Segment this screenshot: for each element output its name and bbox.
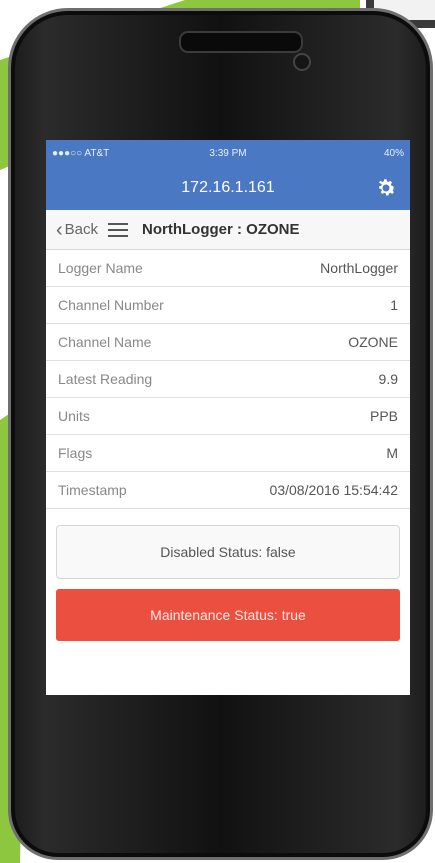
row-label: Channel Name <box>58 334 152 350</box>
maintenance-status-banner[interactable]: Maintenance Status: true <box>56 589 400 641</box>
row-label: Latest Reading <box>58 371 153 387</box>
back-label: Back <box>64 221 99 238</box>
row-label: Flags <box>58 445 93 461</box>
list-item: Units PPB <box>46 398 410 435</box>
row-value: 1 <box>390 297 398 313</box>
phone-speaker <box>179 31 303 53</box>
battery-label: 40% <box>383 147 404 159</box>
row-label: Units <box>58 408 90 424</box>
row-value: OZONE <box>348 334 398 350</box>
phone-camera <box>293 53 311 71</box>
settings-gear-icon[interactable] <box>374 176 398 200</box>
back-chevron-icon: ‹ <box>56 218 63 241</box>
row-value: 03/08/2016 15:54:42 <box>269 482 398 498</box>
phone-screen: ●●●○○ AT&T 3:39 PM 40% 172.16.1.161 ‹ Ba… <box>46 140 410 695</box>
row-label: Channel Number <box>58 297 164 313</box>
status-bar: ●●●○○ AT&T 3:39 PM 40% <box>46 140 410 166</box>
row-value: PPB <box>369 408 398 424</box>
disabled-status-box: Disabled Status: false <box>56 525 400 579</box>
list-item: Channel Number 1 <box>46 287 410 324</box>
list-item: Latest Reading 9.9 <box>46 361 410 398</box>
hamburger-menu-icon[interactable] <box>108 222 129 237</box>
row-value: 9.9 <box>378 371 398 387</box>
page-title: 172.16.1.161 <box>181 179 275 196</box>
list-item: Logger Name NorthLogger <box>46 250 410 287</box>
clock-label: 3:39 PM <box>209 147 247 159</box>
list-item: Flags M <box>46 435 410 472</box>
carrier-label: ●●●○○ AT&T <box>52 147 110 159</box>
back-button[interactable]: ‹ Back <box>56 220 98 240</box>
row-value: NorthLogger <box>320 260 398 276</box>
row-label: Timestamp <box>58 482 127 498</box>
app-header: 172.16.1.161 <box>46 166 410 210</box>
details-list: Logger Name NorthLogger Channel Number 1… <box>46 250 410 509</box>
nav-bar: ‹ Back NorthLogger : OZONE <box>46 210 410 250</box>
list-item: Timestamp 03/08/2016 15:54:42 <box>46 472 410 509</box>
row-value: M <box>386 445 398 461</box>
row-label: Logger Name <box>58 260 143 276</box>
list-item: Channel Name OZONE <box>46 324 410 361</box>
nav-title: NorthLogger : OZONE <box>142 221 300 238</box>
